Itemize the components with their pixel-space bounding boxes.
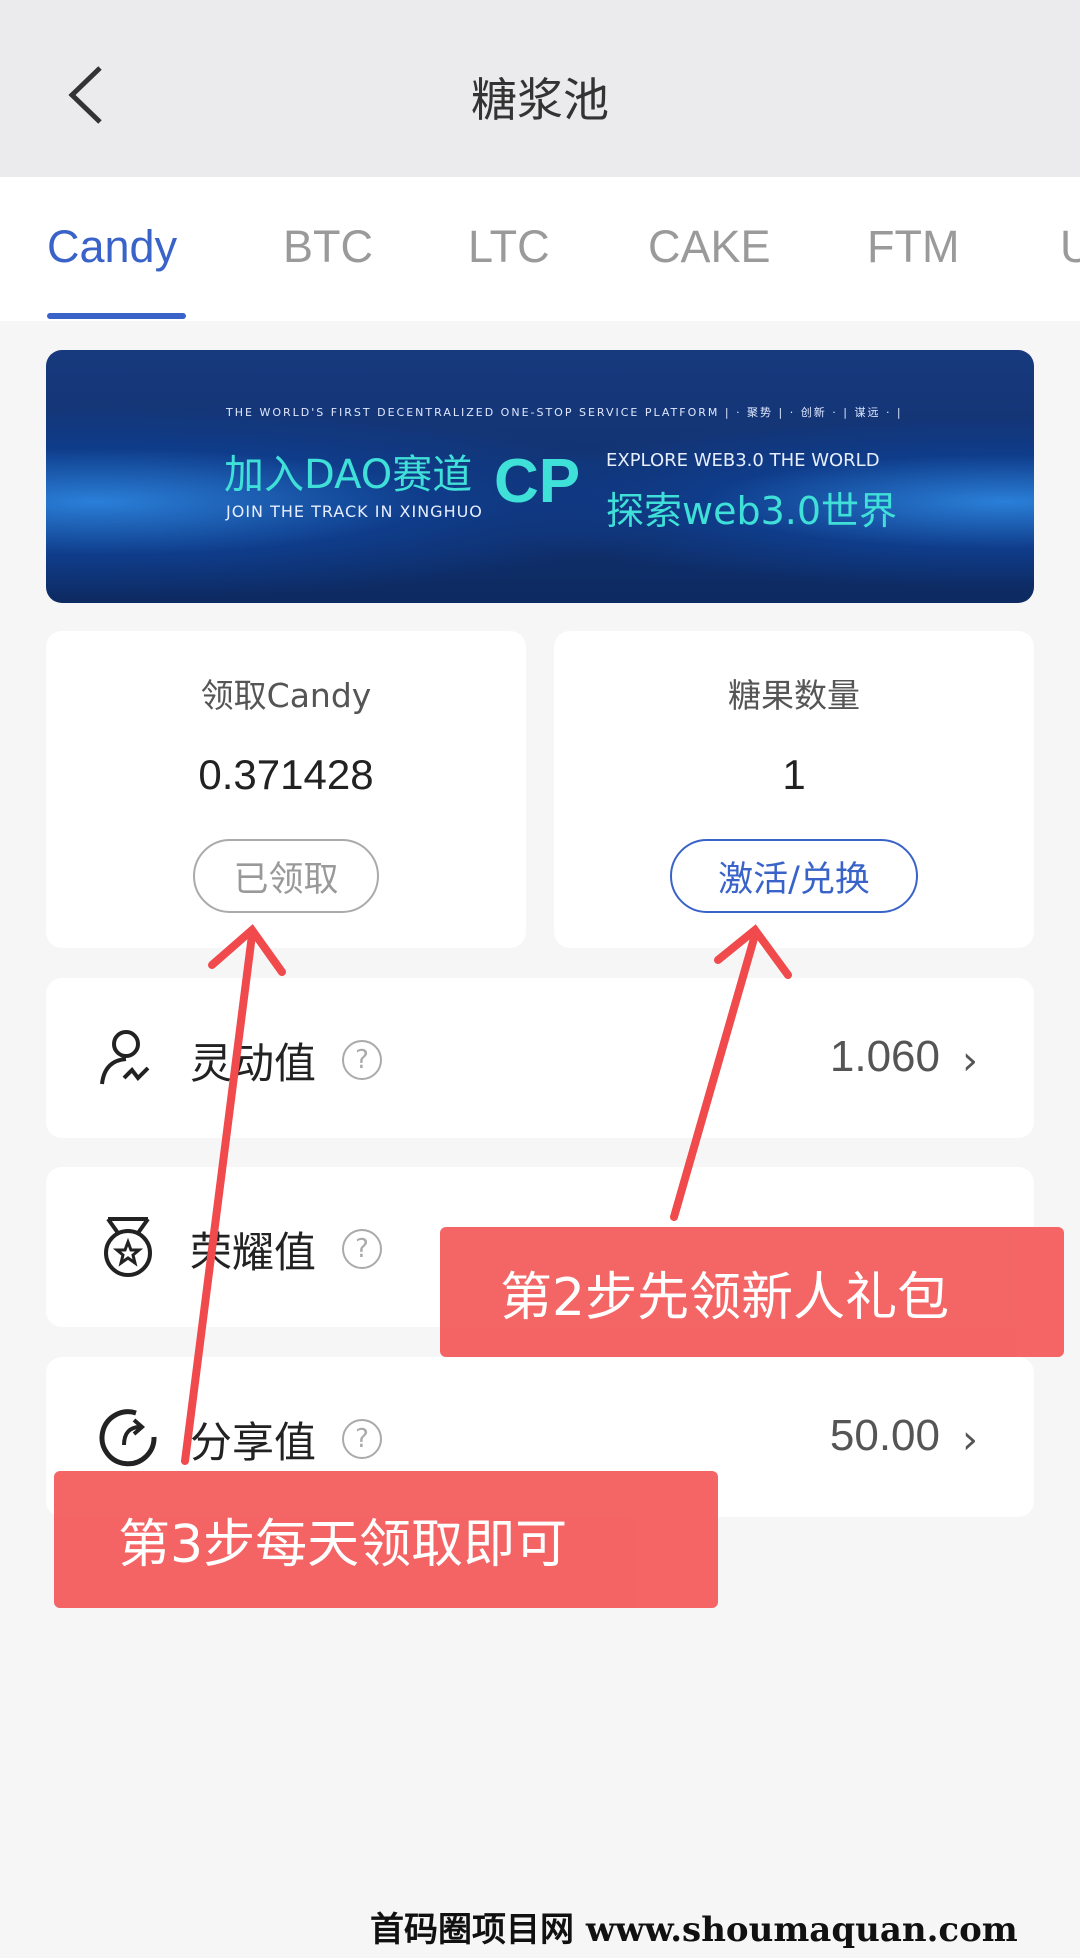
row-label: 分享值 xyxy=(190,1418,317,1467)
annotation-step3: 第3步每天领取即可 xyxy=(54,1471,718,1608)
card-label: 糖果数量 xyxy=(728,676,860,715)
medal-icon xyxy=(104,1217,152,1277)
tab-ftm[interactable]: FTM xyxy=(867,221,959,273)
active-tab-indicator xyxy=(47,313,186,319)
card-value: 0.371428 xyxy=(198,751,374,798)
header: 糖浆池 xyxy=(0,0,1080,177)
promo-banner[interactable]: THE WORLD'S FIRST DECENTRALIZED ONE-STOP… xyxy=(46,350,1034,603)
tab-ltc[interactable]: LTC xyxy=(468,221,550,273)
banner-headline: 加入DAO赛道 xyxy=(224,452,473,498)
user-activity-icon xyxy=(100,1030,150,1085)
claimed-button[interactable]: 已领取 xyxy=(193,839,379,913)
watermark: 首码圈项目网 www.shoumaquan.com xyxy=(370,1910,1018,1950)
banner-cn-title: 探索web3.0世界 xyxy=(606,489,898,533)
row-label: 灵动值 xyxy=(190,1039,317,1088)
tab-cake[interactable]: CAKE xyxy=(648,221,771,273)
page-title: 糖浆池 xyxy=(471,73,609,127)
activate-exchange-button[interactable]: 激活/兑换 xyxy=(670,839,918,913)
row-value: 50.00 xyxy=(829,1411,940,1460)
card-label: 领取Candy xyxy=(200,676,372,715)
banner-tagline: THE WORLD'S FIRST DECENTRALIZED ONE-STOP… xyxy=(226,406,903,419)
row-activity-value[interactable]: 灵动值 ? 1.060 › xyxy=(46,978,1034,1138)
share-refresh-icon xyxy=(99,1409,157,1467)
chevron-right-icon: › xyxy=(962,1417,978,1463)
help-icon[interactable]: ? xyxy=(342,1040,382,1080)
tab-bar: Candy BTC LTC CAKE FTM U xyxy=(0,177,1080,321)
row-label: 荣耀值 xyxy=(190,1228,317,1277)
tab-u[interactable]: U xyxy=(1060,221,1080,273)
banner-logo: CP xyxy=(494,447,581,516)
help-icon[interactable]: ? xyxy=(342,1419,382,1459)
help-icon[interactable]: ? xyxy=(342,1229,382,1269)
candy-count-card: 糖果数量 1 激活/兑换 xyxy=(554,631,1034,948)
card-value: 1 xyxy=(782,751,806,798)
tab-btc[interactable]: BTC xyxy=(283,221,373,273)
banner-en-title: EXPLORE WEB3.0 THE WORLD xyxy=(606,450,880,471)
chevron-right-icon: › xyxy=(962,1038,978,1084)
banner-subline: JOIN THE TRACK IN XINGHUO xyxy=(226,502,483,521)
row-value: 1.060 xyxy=(829,1032,940,1081)
tab-candy[interactable]: Candy xyxy=(47,221,177,273)
claim-candy-card: 领取Candy 0.371428 已领取 xyxy=(46,631,526,948)
annotation-step2: 第2步先领新人礼包 xyxy=(440,1227,1064,1357)
